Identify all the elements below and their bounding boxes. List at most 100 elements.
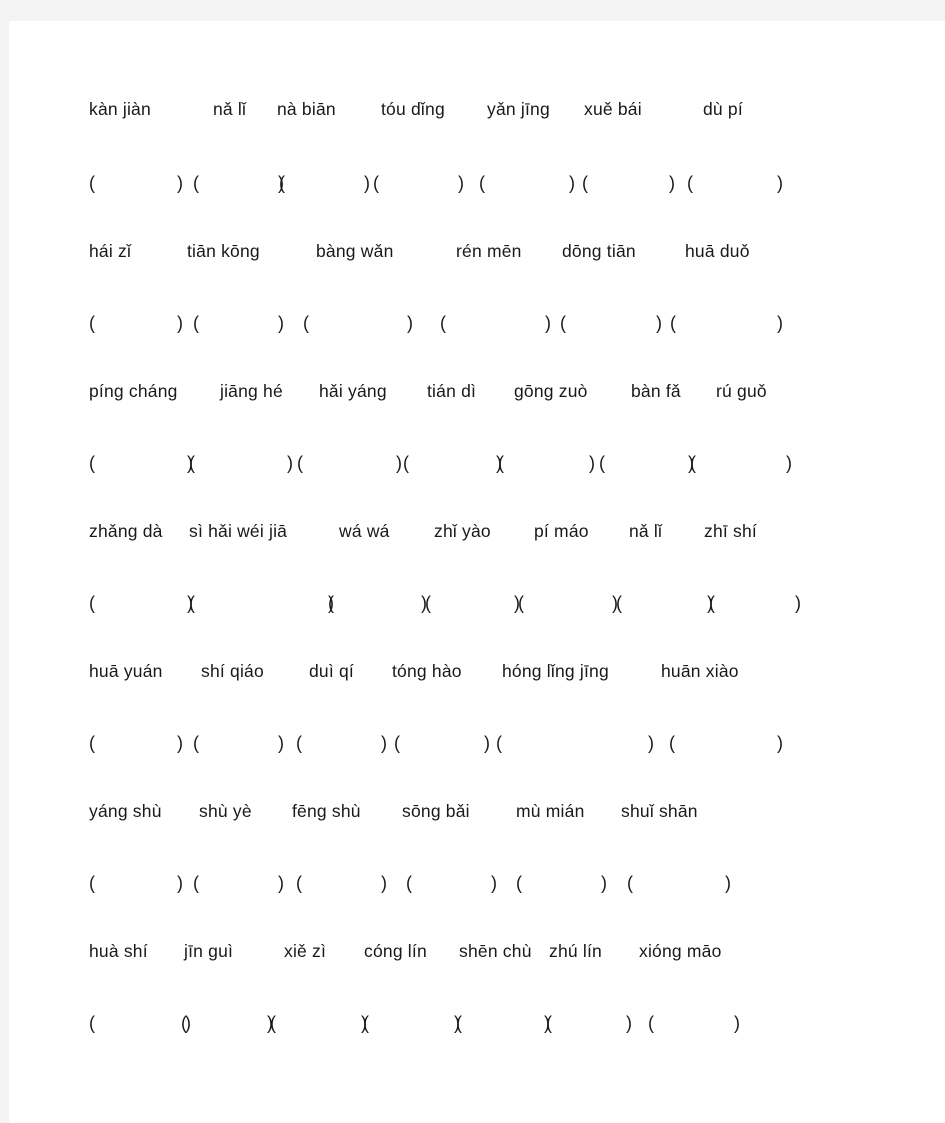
pinyin-word: zhī shí	[704, 521, 757, 541]
pinyin-word: xióng māo	[639, 941, 722, 961]
paren-open: (	[546, 1013, 552, 1033]
answer-blank[interactable]: ()	[296, 873, 387, 894]
answer-blank[interactable]: ()	[373, 173, 464, 194]
paren-open: (	[296, 873, 302, 893]
paren-open: (	[89, 453, 95, 473]
answer-blank[interactable]: ()	[303, 313, 413, 334]
paren-close: )	[484, 733, 490, 753]
pinyin-word: duì qí	[309, 661, 354, 681]
answer-blank[interactable]: ()	[89, 173, 183, 194]
pinyin-word: nà biān	[277, 99, 336, 119]
paren-open: (	[193, 873, 199, 893]
answer-blank[interactable]: ()	[189, 593, 334, 614]
pinyin-line: kàn jiàn nǎ lǐ nà biān tóu dǐng yǎn jīng xuě …	[9, 99, 945, 169]
answer-blank[interactable]: ()	[193, 313, 284, 334]
paren-open: (	[496, 733, 502, 753]
answer-blank[interactable]: ()	[479, 173, 575, 194]
pinyin-word: bàn fǎ	[631, 381, 681, 401]
paren-open: (	[648, 1013, 654, 1033]
pinyin-word: sì hǎi wéi jiā	[189, 521, 288, 541]
answer-blank[interactable]: ()	[599, 453, 694, 474]
paren-open: (	[394, 733, 400, 753]
pinyin-word: shuǐ shān	[621, 801, 698, 821]
answer-blank[interactable]: ()	[648, 1013, 740, 1034]
answer-blank[interactable]: ()	[690, 453, 792, 474]
answer-blank[interactable]: ()	[669, 733, 783, 754]
paren-close: )	[795, 593, 801, 613]
paren-close: )	[396, 453, 402, 473]
answer-blank[interactable]: ()	[518, 593, 618, 614]
paren-close: )	[278, 733, 284, 753]
answer-blank[interactable]: ()	[546, 1013, 632, 1034]
answer-blank[interactable]: ()	[406, 873, 497, 894]
answer-blank[interactable]: ()	[425, 593, 520, 614]
answer-blank[interactable]: ()	[616, 593, 713, 614]
paren-open: (	[89, 593, 95, 613]
paren-close: )	[648, 733, 654, 753]
pinyin-word: bàng wǎn	[316, 241, 394, 261]
answer-blank[interactable]: ()	[363, 1013, 460, 1034]
paren-close: )	[287, 453, 293, 473]
pinyin-word: tóng hào	[392, 661, 462, 681]
answer-blank[interactable]: ()	[89, 313, 183, 334]
answer-blank[interactable]: ()	[516, 873, 607, 894]
answer-blank[interactable]: ()	[709, 593, 801, 614]
answer-blank[interactable]: ()	[496, 733, 654, 754]
pinyin-line: hái zǐ tiān kōng bàng wǎn rén mēn dōng tiān h…	[9, 241, 945, 311]
pinyin-word: gōng zuò	[514, 381, 588, 401]
paren-open: (	[599, 453, 605, 473]
answer-blank[interactable]: ()	[89, 873, 183, 894]
answer-blank[interactable]: ()	[670, 313, 783, 334]
answer-blank[interactable]: ()	[279, 173, 370, 194]
pinyin-word: huā duǒ	[685, 241, 750, 261]
answer-blank[interactable]: ()	[89, 453, 193, 474]
answer-blank[interactable]: ()	[270, 1013, 367, 1034]
paren-open: (	[89, 173, 95, 193]
paren-open: (	[440, 313, 446, 333]
pinyin-word: tóu dǐng	[381, 99, 445, 119]
paren-close: )	[786, 453, 792, 473]
answer-blank[interactable]: ()	[89, 593, 193, 614]
answer-bracket-line: ()()()()()()()	[9, 453, 945, 523]
answer-blank[interactable]: ()	[193, 873, 284, 894]
paren-open: (	[328, 593, 334, 613]
paren-open: (	[89, 873, 95, 893]
pinyin-word: dōng tiān	[562, 241, 636, 261]
pinyin-word: zhǐ yào	[434, 521, 491, 541]
answer-blank[interactable]: ()	[89, 1013, 191, 1034]
pinyin-word: yǎn jīng	[487, 99, 550, 119]
answer-bracket-line: ()()()()()()()	[9, 1013, 945, 1083]
answer-blank[interactable]: ()	[296, 733, 387, 754]
answer-blank[interactable]: ()	[440, 313, 551, 334]
answer-blank[interactable]: ()	[193, 733, 284, 754]
paren-close: )	[177, 173, 183, 193]
answer-blank[interactable]: ()	[189, 453, 293, 474]
answer-blank[interactable]: ()	[687, 173, 783, 194]
answer-blank[interactable]: ()	[498, 453, 595, 474]
paren-close: )	[381, 733, 387, 753]
paren-close: )	[777, 733, 783, 753]
answer-blank[interactable]: ()	[560, 313, 662, 334]
answer-blank[interactable]: ()	[89, 733, 183, 754]
answer-blank[interactable]: ()	[394, 733, 490, 754]
pinyin-line: píng cháng jiāng hé hǎi yáng tián dì gōng zu…	[9, 381, 945, 451]
paren-open: (	[582, 173, 588, 193]
answer-blank[interactable]: ()	[193, 173, 284, 194]
paren-open: (	[296, 733, 302, 753]
answer-blank[interactable]: ()	[456, 1013, 550, 1034]
paren-close: )	[491, 873, 497, 893]
paren-open: (	[406, 873, 412, 893]
answer-blank[interactable]: ()	[181, 1013, 273, 1034]
pinyin-word: dù pí	[703, 99, 743, 119]
pinyin-word: tián dì	[427, 381, 477, 401]
paren-open: (	[181, 1013, 187, 1033]
pinyin-word: jīn guì	[184, 941, 234, 961]
worksheet-page: kàn jiàn nǎ lǐ nà biān tóu dǐng yǎn jīng xuě …	[9, 21, 945, 1123]
answer-blank[interactable]: ()	[627, 873, 731, 894]
pinyin-line: huā yuán shí qiáo duì qí tóng hào hóng lǐng …	[9, 661, 945, 731]
paren-close: )	[669, 173, 675, 193]
answer-blank[interactable]: ()	[403, 453, 502, 474]
answer-blank[interactable]: ()	[582, 173, 675, 194]
answer-blank[interactable]: ()	[297, 453, 402, 474]
answer-blank[interactable]: ()	[328, 593, 427, 614]
